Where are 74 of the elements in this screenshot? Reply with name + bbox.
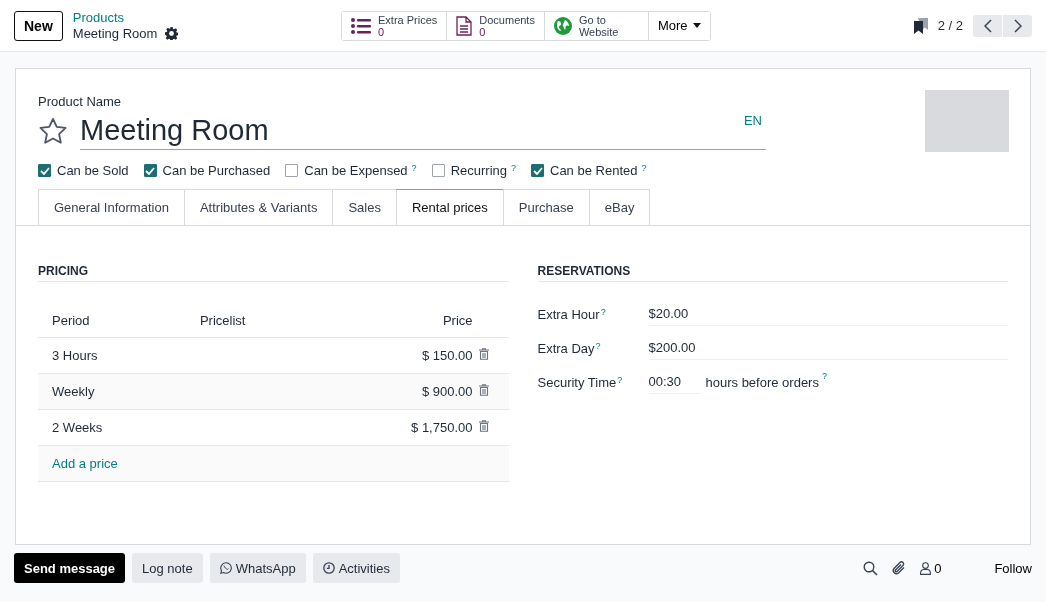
chatter-button[interactable]: Send message — [14, 553, 126, 583]
tab[interactable]: Attributes & Variants — [183, 189, 333, 225]
tab[interactable]: General Information — [38, 189, 184, 225]
help-mark[interactable]: ? — [617, 375, 623, 385]
pager-value: 2 / 2 — [937, 18, 963, 33]
field-label: Extra Hour — [537, 307, 600, 322]
tab[interactable]: Sales — [332, 189, 396, 225]
table-cell: Weekly — [38, 373, 186, 410]
add-line-link[interactable]: Add a price — [52, 456, 118, 471]
chevron-right-icon — [1013, 18, 1022, 33]
settings-icon[interactable] — [165, 27, 179, 40]
checkbox[interactable] — [431, 164, 445, 177]
checkbox-label: Can be Sold — [57, 163, 129, 178]
tab[interactable]: eBay — [588, 189, 651, 225]
column-header[interactable]: Period — [38, 304, 186, 338]
help-mark[interactable]: ? — [821, 371, 827, 381]
whatsapp-icon — [219, 562, 232, 574]
help-mark[interactable]: ? — [641, 163, 647, 173]
help-mark[interactable]: ? — [600, 307, 606, 317]
language-button[interactable]: EN — [743, 112, 762, 128]
checkbox[interactable] — [143, 164, 157, 177]
previous-button[interactable] — [973, 14, 1002, 37]
checkbox[interactable] — [38, 164, 51, 177]
chatter-button[interactable]: Log note — [132, 553, 203, 583]
globe-icon — [553, 16, 572, 35]
field-suffix: hours before orders — [705, 375, 819, 390]
new-button[interactable]: New — [14, 10, 63, 41]
smart-button[interactable]: Extra Prices 0 — [342, 11, 448, 40]
chatter-button[interactable]: WhatsApp — [209, 553, 306, 583]
help-mark[interactable]: ? — [595, 341, 601, 351]
document-icon — [456, 15, 473, 36]
input-field[interactable]: $200.00 — [648, 337, 1008, 360]
record-title: Meeting Room — [72, 25, 158, 42]
caret-icon — [692, 23, 701, 28]
follow-button[interactable]: Follow — [984, 560, 1032, 576]
checkbox-label: Can be Rented — [550, 163, 638, 178]
field-label: Security Time — [537, 375, 617, 390]
help-mark[interactable]: ? — [411, 163, 417, 173]
trash-icon[interactable] — [478, 384, 489, 396]
name-field[interactable]: Meeting Room EN — [80, 111, 766, 150]
table-cell: 3 Hours — [38, 337, 186, 374]
clock-icon — [322, 562, 335, 574]
person-icon — [920, 561, 932, 575]
list-icon — [351, 17, 371, 34]
table-cell: $ 150.00 — [324, 337, 479, 374]
checkbox[interactable] — [531, 164, 544, 177]
tab[interactable]: Purchase — [502, 189, 589, 225]
section-title: PRICING — [38, 264, 509, 282]
trash-icon[interactable] — [478, 420, 489, 432]
next-button[interactable] — [1003, 14, 1032, 37]
checkbox-label: Can be Expensed — [304, 163, 408, 178]
followers-button[interactable]: 0 — [920, 560, 942, 576]
trash-icon[interactable] — [478, 348, 489, 360]
star-icon[interactable] — [38, 116, 68, 145]
checkbox-label: Recurring — [450, 163, 507, 178]
input-field[interactable]: 00:30 — [648, 371, 701, 394]
tab[interactable]: Rental prices — [396, 189, 503, 225]
breadcrumb-link[interactable]: Products — [72, 9, 179, 26]
table-cell: $ 1,750.00 — [324, 409, 479, 446]
search-icon[interactable] — [863, 560, 879, 576]
checkbox-label: Can be Purchased — [162, 163, 271, 178]
field-label: Extra Day — [537, 341, 595, 356]
column-header[interactable]: Price — [324, 304, 479, 338]
input-field[interactable]: $20.00 — [648, 303, 1008, 326]
bookmarks-icon[interactable] — [913, 17, 928, 34]
chatter-button[interactable]: Activities — [312, 553, 400, 583]
help-mark[interactable]: ? — [511, 163, 516, 173]
table-cell: $ 900.00 — [324, 373, 479, 410]
column-header[interactable]: Pricelist — [185, 304, 325, 338]
section-title: RESERVATIONS — [537, 264, 1008, 282]
table-cell: 2 Weeks — [38, 409, 186, 446]
chevron-left-icon — [983, 18, 992, 33]
field-label: Product Name — [38, 94, 123, 109]
checkbox[interactable] — [285, 164, 299, 177]
